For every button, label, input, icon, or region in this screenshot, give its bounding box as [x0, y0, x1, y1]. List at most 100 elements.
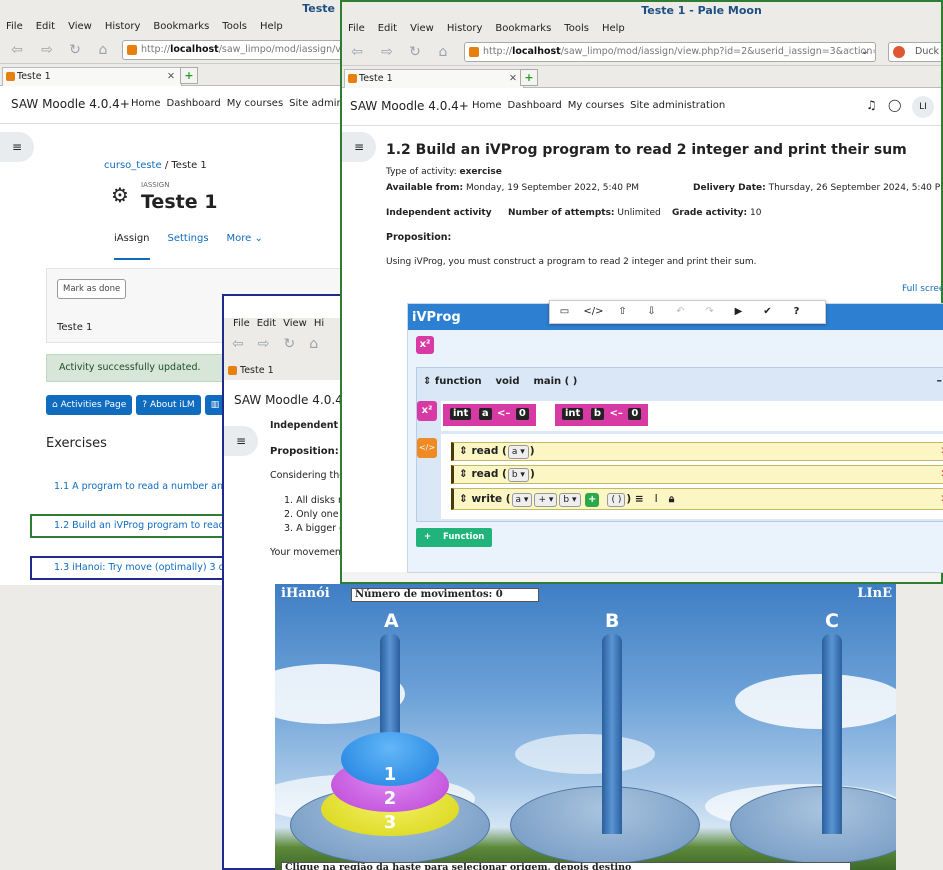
url-bar[interactable]: http://localhost/saw_limpo/mod/iassign/v…: [122, 40, 345, 60]
write-command[interactable]: ⇕ write (a ▾+ ▾b ▾ + ( )) ≡ I 🔒︎✕: [451, 488, 943, 510]
visual-mode-icon[interactable]: ▭: [550, 301, 579, 323]
nav-site-admin[interactable]: Site administ: [289, 98, 345, 109]
nav-my-courses[interactable]: My courses: [568, 100, 624, 111]
peg-a[interactable]: [380, 634, 400, 744]
activities-page-button[interactable]: ⌂ Activities Page: [46, 395, 133, 415]
peg-b[interactable]: [602, 634, 622, 834]
site-brand[interactable]: SAW Moodle 4.0.4+: [11, 97, 130, 111]
nav-dashboard[interactable]: Dashboard: [508, 100, 562, 111]
var-declaration-b[interactable]: int b <– 0: [555, 404, 649, 426]
home-icon[interactable]: ⌂: [309, 336, 318, 352]
add-global-var-button[interactable]: x²: [416, 336, 434, 354]
menu-bookmarks[interactable]: Bookmarks: [153, 21, 209, 32]
exercise-link-3[interactable]: 1.3 iHanoi: Try move (optimally) 3 disks: [30, 556, 243, 580]
avatar[interactable]: LI: [912, 96, 934, 118]
add-expression-icon[interactable]: +: [585, 493, 600, 507]
menu-edit[interactable]: Edit: [36, 21, 55, 32]
nav-home[interactable]: Home: [131, 98, 161, 109]
menu-view[interactable]: View: [283, 318, 307, 329]
reload-icon[interactable]: ↻: [283, 336, 295, 352]
breadcrumb-course[interactable]: curso_teste: [104, 160, 162, 171]
download-icon[interactable]: ⇩: [637, 301, 666, 323]
exercise-link-1[interactable]: 1.1 A program to read a number and pri: [54, 481, 245, 492]
back-icon[interactable]: ⇦: [232, 336, 244, 352]
code-mode-icon[interactable]: </>: [579, 301, 608, 323]
var-select-a[interactable]: a ▾: [507, 445, 529, 459]
tab-more[interactable]: More ⌄: [227, 233, 263, 244]
back-icon[interactable]: ⇦: [348, 43, 366, 61]
exercise-link-2[interactable]: 1.2 Build an iVProg program to read 2 in: [30, 514, 245, 538]
menu-edit[interactable]: Edit: [378, 23, 397, 34]
nav-site-admin[interactable]: Site administration: [630, 100, 725, 111]
undo-icon[interactable]: ↶: [666, 301, 695, 323]
parens-button[interactable]: ( ): [607, 493, 626, 507]
url-bar[interactable]: http://localhost/saw_limpo/mod/iassign/v…: [464, 42, 876, 62]
add-function-button[interactable]: + Function: [416, 528, 492, 547]
tab-teste1[interactable]: Teste 1: [240, 365, 274, 376]
new-tab-button[interactable]: +: [180, 67, 198, 84]
menu-history[interactable]: History: [105, 21, 141, 32]
about-ilm-button[interactable]: ? About iLM: [136, 395, 201, 415]
mark-done-button[interactable]: Mark as done: [57, 279, 127, 299]
collapse-button[interactable]: –: [937, 374, 943, 387]
peg-c[interactable]: [822, 634, 842, 834]
menu-edit[interactable]: Edit: [257, 318, 276, 329]
menu-history[interactable]: History: [447, 23, 483, 34]
redo-icon[interactable]: ↷: [695, 301, 724, 323]
nav-my-courses[interactable]: My courses: [227, 98, 283, 109]
close-tab-icon[interactable]: ✕: [509, 70, 517, 87]
tab-teste1[interactable]: Teste 1 ✕: [344, 69, 524, 88]
disk-1[interactable]: 1: [341, 732, 439, 786]
site-brand[interactable]: SAW Moodle 4.0.4+: [234, 393, 345, 407]
menu-file[interactable]: File: [348, 23, 365, 34]
var-declaration-a[interactable]: int a <– 0: [443, 404, 536, 426]
add-local-var-button[interactable]: x²: [417, 401, 437, 421]
read-b-command[interactable]: ⇕ read (b ▾)✕: [451, 465, 943, 484]
var-select-b[interactable]: b ▾: [507, 468, 529, 482]
read-a-command[interactable]: ⇕ read (a ▾)✕: [451, 442, 943, 461]
close-tab-icon[interactable]: ✕: [167, 68, 175, 85]
text-cursor-icon[interactable]: I: [655, 493, 658, 505]
bell-icon[interactable]: ♫: [866, 98, 877, 112]
tab-iassign[interactable]: iAssign: [114, 233, 150, 260]
reload-icon[interactable]: ↻: [406, 43, 424, 61]
menu-help[interactable]: Help: [602, 23, 625, 34]
search-bar[interactable]: Duck: [888, 42, 941, 62]
operator-select[interactable]: + ▾: [534, 493, 558, 507]
var-select-a[interactable]: a ▾: [511, 493, 533, 507]
tab-settings[interactable]: Settings: [168, 233, 209, 244]
reload-icon[interactable]: ↻: [66, 41, 84, 59]
menu-tools[interactable]: Tools: [222, 21, 247, 32]
drawer-toggle-icon[interactable]: ≡: [342, 132, 376, 162]
drawer-toggle-icon[interactable]: ≡: [224, 426, 258, 456]
site-brand[interactable]: SAW Moodle 4.0.4+: [350, 99, 469, 113]
menu-bookmarks[interactable]: Bookmarks: [495, 23, 551, 34]
forward-icon[interactable]: ⇨: [378, 43, 396, 61]
new-tab-button[interactable]: +: [520, 69, 538, 86]
drawer-toggle-icon[interactable]: ≡: [0, 132, 34, 162]
menu-file[interactable]: File: [233, 318, 250, 329]
var-select-b[interactable]: b ▾: [559, 493, 581, 507]
peg-base-c[interactable]: [730, 786, 896, 864]
add-command-button[interactable]: </>: [417, 438, 437, 458]
run-icon[interactable]: ▶: [724, 301, 753, 323]
check-icon[interactable]: ✔: [753, 301, 782, 323]
sort-icon[interactable]: ⇕: [423, 376, 431, 387]
nav-home[interactable]: Home: [472, 100, 502, 111]
newline-icon[interactable]: ≡: [635, 493, 644, 505]
menu-history[interactable]: Hi: [314, 318, 324, 329]
upload-icon[interactable]: ⇧: [608, 301, 637, 323]
menu-view[interactable]: View: [410, 23, 434, 34]
dropdown-chevron-icon[interactable]: ⌄: [861, 43, 869, 61]
forward-icon[interactable]: ⇨: [38, 41, 56, 59]
menu-help[interactable]: Help: [260, 21, 283, 32]
home-icon[interactable]: ⌂: [434, 43, 452, 61]
menu-file[interactable]: File: [6, 21, 23, 32]
bookmark-star-icon[interactable]: ☆: [844, 43, 853, 61]
forward-icon[interactable]: ⇨: [258, 336, 270, 352]
menu-view[interactable]: View: [68, 21, 92, 32]
chat-icon[interactable]: ◯: [888, 98, 901, 112]
lock-icon[interactable]: 🔒︎: [669, 493, 675, 505]
menu-tools[interactable]: Tools: [564, 23, 589, 34]
fullscreen-link[interactable]: Full screen: [902, 284, 941, 294]
